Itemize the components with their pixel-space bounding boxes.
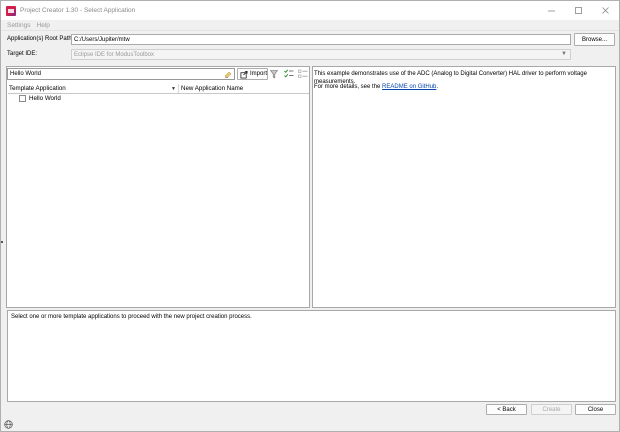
target-ide-select[interactable]: Eclipse IDE for ModusToolbox ▼ — [71, 49, 571, 60]
row-checkbox[interactable] — [19, 95, 26, 102]
menu-bar: Settings Help — [1, 20, 619, 30]
target-ide-label: Target IDE: — [7, 51, 38, 57]
filter-icon — [270, 69, 278, 79]
filter-button[interactable] — [269, 69, 279, 79]
sort-down-icon: ▼ — [171, 86, 176, 92]
minimize-icon[interactable] — [538, 1, 565, 20]
search-value: Hello World — [10, 71, 41, 77]
clear-text-icon[interactable] — [224, 70, 232, 78]
status-message: Select one or more template applications… — [11, 314, 252, 320]
title-bar: Project Creator 1.30 - Select Applicatio… — [1, 1, 619, 20]
import-label: Import — [249, 71, 267, 77]
column-new-application-name[interactable]: New Application Name — [179, 84, 243, 93]
details-suffix: . — [436, 84, 439, 90]
menu-help[interactable]: Help — [37, 22, 50, 29]
table-header: Template Application ▼ New Application N… — [8, 84, 309, 94]
import-icon — [240, 70, 248, 78]
column-template-application[interactable]: Template Application ▼ — [8, 84, 179, 93]
window-controls — [538, 1, 619, 20]
root-path-label: Application(s) Root Path: — [7, 36, 74, 42]
browse-button[interactable]: Browse... — [574, 33, 615, 46]
back-button[interactable]: < Back — [486, 404, 527, 415]
row-template-name: Hello World — [29, 95, 61, 102]
close-icon[interactable] — [592, 1, 619, 20]
search-input[interactable]: Hello World — [7, 68, 235, 80]
table-row[interactable]: Hello World — [8, 94, 61, 103]
root-path-value: C:/Users/Jupiter/mtw — [74, 36, 130, 43]
close-button[interactable]: Close — [575, 404, 616, 415]
select-all-button[interactable] — [284, 69, 294, 79]
app-icon — [6, 5, 16, 16]
description-pane — [312, 66, 616, 308]
menu-settings[interactable]: Settings — [7, 22, 31, 29]
readme-link[interactable]: README on GitHub — [382, 84, 436, 90]
resize-grip-dot — [1, 241, 3, 243]
root-path-input[interactable]: C:/Users/Jupiter/mtw — [71, 34, 571, 45]
import-button[interactable]: Import — [237, 68, 268, 80]
details-prefix: For more details, see the — [314, 84, 383, 90]
menu-divider — [1, 30, 619, 31]
chevron-down-icon: ▼ — [561, 51, 567, 57]
maximize-icon[interactable] — [565, 1, 592, 20]
window-title: Project Creator 1.30 - Select Applicatio… — [20, 7, 136, 14]
description-details: For more details, see the README on GitH… — [314, 84, 438, 90]
globe-icon[interactable] — [4, 420, 13, 429]
select-all-icon — [284, 69, 294, 78]
status-area: Select one or more template applications… — [7, 310, 616, 402]
collapse-button[interactable] — [298, 69, 308, 79]
create-button[interactable]: Create — [531, 404, 572, 415]
column-new-name-label: New Application Name — [181, 85, 244, 92]
collapse-icon — [298, 69, 308, 78]
target-ide-value: Eclipse IDE for ModusToolbox — [74, 51, 155, 58]
project-creator-window: Project Creator 1.30 - Select Applicatio… — [0, 0, 620, 432]
column-template-label: Template Application — [9, 85, 66, 92]
